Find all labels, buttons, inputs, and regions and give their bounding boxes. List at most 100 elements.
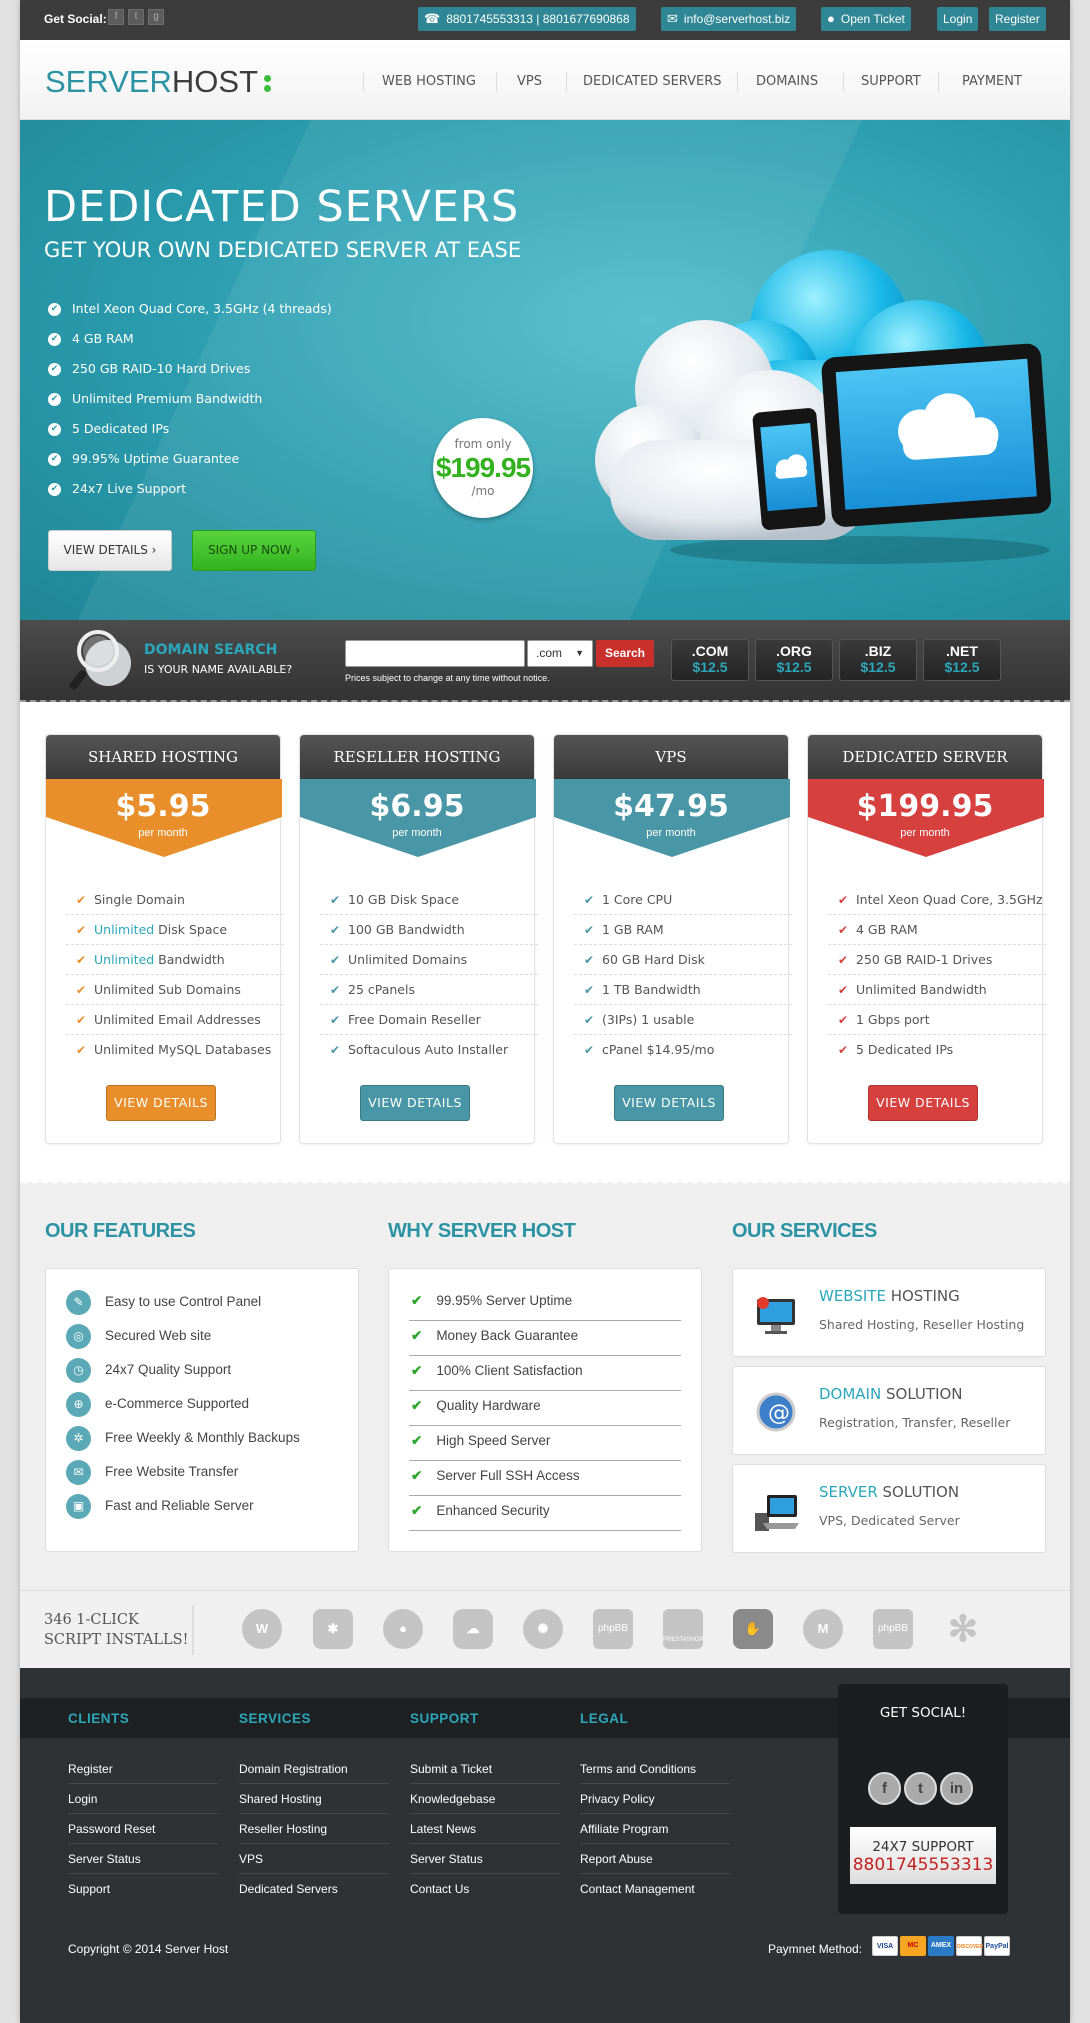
- footer-link[interactable]: Dedicated Servers: [239, 1874, 389, 1904]
- footer-link[interactable]: Support: [68, 1874, 218, 1904]
- nav-payment[interactable]: PAYMENT: [962, 72, 1022, 92]
- hero-feature: ✔ Intel Xeon Quad Core, 3.5GHz (4 threads…: [48, 300, 332, 318]
- plan-feature-text: Unlimited Domains: [348, 952, 468, 967]
- facebook-icon[interactable]: f: [108, 9, 124, 25]
- script-installs-label: 346 1-CLICK SCRIPT INSTALLS!: [44, 1610, 188, 1650]
- footer-link[interactable]: Password Reset: [68, 1814, 218, 1844]
- domain-search-input[interactable]: [345, 640, 525, 667]
- service-card[interactable]: WEBSITE HOSTING Shared Hosting, Reseller …: [732, 1268, 1046, 1357]
- google-plus-icon[interactable]: g: [148, 9, 164, 25]
- nav-dedicated-servers[interactable]: DEDICATED SERVERS: [583, 72, 722, 92]
- script-installs-text: SCRIPT INSTALLS!: [44, 1632, 189, 1648]
- check-icon: ✔: [411, 1293, 423, 1308]
- footer-link[interactable]: Server Status: [68, 1844, 218, 1874]
- check-icon: ✔: [76, 893, 87, 907]
- check-icon: ✔: [330, 923, 341, 937]
- tld-org[interactable]: .ORG $12.5: [755, 639, 833, 681]
- facebook-icon[interactable]: f: [868, 1772, 901, 1805]
- plan-feature-highlight: Unlimited: [94, 952, 155, 967]
- login-button[interactable]: Login: [937, 7, 979, 31]
- footer-link[interactable]: Shared Hosting: [239, 1784, 389, 1814]
- footer-link[interactable]: Contact Management: [580, 1874, 730, 1904]
- nav-domains[interactable]: DOMAINS: [756, 72, 818, 92]
- register-button[interactable]: Register: [989, 7, 1046, 31]
- check-icon: ✔: [48, 423, 61, 436]
- email-button[interactable]: ✉ info@serverhost.biz: [661, 7, 797, 31]
- service-card[interactable]: SERVER SOLUTION VPS, Dedicated Server: [732, 1464, 1046, 1553]
- footer-link[interactable]: Terms and Conditions: [580, 1754, 730, 1784]
- tld-biz[interactable]: .BIZ $12.5: [839, 639, 917, 681]
- cart-icon: ⊕: [66, 1391, 91, 1417]
- footer-link[interactable]: Knowledgebase: [410, 1784, 560, 1814]
- linkedin-icon[interactable]: in: [940, 1772, 973, 1805]
- tld-net[interactable]: .NET $12.5: [923, 639, 1001, 681]
- pricing-card: RESELLER HOSTING $6.95 per month ✔ 10 GB Dis…: [299, 734, 538, 1144]
- footer-link[interactable]: Login: [68, 1784, 218, 1814]
- domain-search-button[interactable]: Search: [596, 640, 654, 667]
- tld-price: $12.5: [776, 659, 812, 675]
- footer-column-title: SUPPORT: [410, 1711, 479, 1726]
- service-title-rest: SOLUTION: [877, 1483, 960, 1501]
- nav-support[interactable]: SUPPORT: [861, 72, 921, 92]
- why-label: Server Full SSH Access: [436, 1468, 580, 1483]
- service-title: SERVER SOLUTION: [819, 1483, 959, 1501]
- plan-feature: ✔ cPanel $14.95/mo: [584, 1035, 784, 1065]
- tld-com[interactable]: .COM $12.5: [671, 639, 749, 681]
- plan-view-details-button[interactable]: VIEW DETAILS: [360, 1085, 470, 1121]
- plan-view-details-button[interactable]: VIEW DETAILS: [106, 1085, 216, 1121]
- phone-button[interactable]: ☎ 8801745553313 | 8801677690868: [418, 7, 636, 31]
- hero-feature: ✔ 5 Dedicated IPs: [48, 420, 169, 438]
- check-icon: ✔: [330, 1013, 341, 1027]
- nav-web-hosting[interactable]: WEB HOSTING: [382, 72, 476, 92]
- footer-link[interactable]: Register: [68, 1754, 218, 1784]
- check-icon: ✔: [584, 893, 595, 907]
- footer-link[interactable]: Latest News: [410, 1814, 560, 1844]
- nav-divider: [566, 72, 567, 92]
- footer-link[interactable]: Affiliate Program: [580, 1814, 730, 1844]
- domain-search-title: DOMAIN SEARCH: [144, 642, 278, 658]
- nav-vps[interactable]: VPS: [517, 72, 542, 92]
- hero-view-details-button[interactable]: VIEW DETAILS ›: [48, 530, 172, 571]
- domain-search-subtitle: IS YOUR NAME AVAILABLE?: [144, 663, 293, 676]
- why-item: ✔ Enhanced Security: [409, 1496, 681, 1531]
- plan-price: $6.95: [369, 789, 465, 824]
- footer-link[interactable]: Reseller Hosting: [239, 1814, 389, 1844]
- hero-view-details-label: VIEW DETAILS: [63, 543, 148, 557]
- footer-link[interactable]: Privacy Policy: [580, 1784, 730, 1814]
- plan-feature-text: 1 TB Bandwidth: [602, 982, 701, 997]
- features-section: OUR FEATURES ✎ Easy to use Control Panel ◎…: [20, 1180, 1070, 1590]
- twitter-icon[interactable]: t: [128, 9, 144, 25]
- footer-link[interactable]: Report Abuse: [580, 1844, 730, 1874]
- script-installs-count: 346 1-CLICK: [44, 1612, 139, 1628]
- copyright: Copyright © 2014 Server Host: [68, 1942, 229, 1956]
- plan-view-details-button[interactable]: VIEW DETAILS: [614, 1085, 724, 1121]
- plan-feature-text: 250 GB RAID-1 Drives: [856, 952, 993, 967]
- footer-link[interactable]: Contact Us: [410, 1874, 560, 1904]
- plan-feature: ✔ Unlimited Sub Domains: [66, 975, 284, 1005]
- check-icon: ✔: [48, 303, 61, 316]
- check-icon: ✔: [76, 923, 87, 937]
- footer-link[interactable]: Domain Registration: [239, 1754, 389, 1784]
- footer-link[interactable]: VPS: [239, 1844, 389, 1874]
- service-card[interactable]: @ DOMAIN SOLUTION Registration, Transfer, …: [732, 1366, 1046, 1455]
- check-icon: ✔: [411, 1433, 423, 1448]
- divider: [192, 1605, 194, 1655]
- plan-view-details-button[interactable]: VIEW DETAILS: [868, 1085, 978, 1121]
- tld-select[interactable]: .com ▼: [527, 640, 593, 667]
- check-icon: ✔: [76, 953, 87, 967]
- footer-link[interactable]: Submit a Ticket: [410, 1754, 560, 1784]
- open-ticket-button[interactable]: ● Open Ticket: [821, 7, 911, 31]
- plan-name: DEDICATED SERVER: [808, 735, 1042, 779]
- per-month-label: /mo: [471, 484, 495, 498]
- service-title: DOMAIN SOLUTION: [819, 1385, 963, 1403]
- hero-price: $199.95: [435, 452, 531, 483]
- why-title: WHY SERVER HOST: [388, 1220, 576, 1242]
- twitter-icon[interactable]: t: [904, 1772, 937, 1805]
- logo[interactable]: SERVERHOST: [45, 64, 272, 100]
- footer-link[interactable]: Server Status: [410, 1844, 560, 1874]
- plan-feature-text: 25 cPanels: [348, 982, 415, 997]
- check-icon: ✔: [330, 983, 341, 997]
- hero-sign-up-button[interactable]: SIGN UP NOW ›: [192, 530, 316, 571]
- magnifier-globe-icon: [69, 630, 131, 690]
- why-item: ✔ High Speed Server: [409, 1426, 681, 1461]
